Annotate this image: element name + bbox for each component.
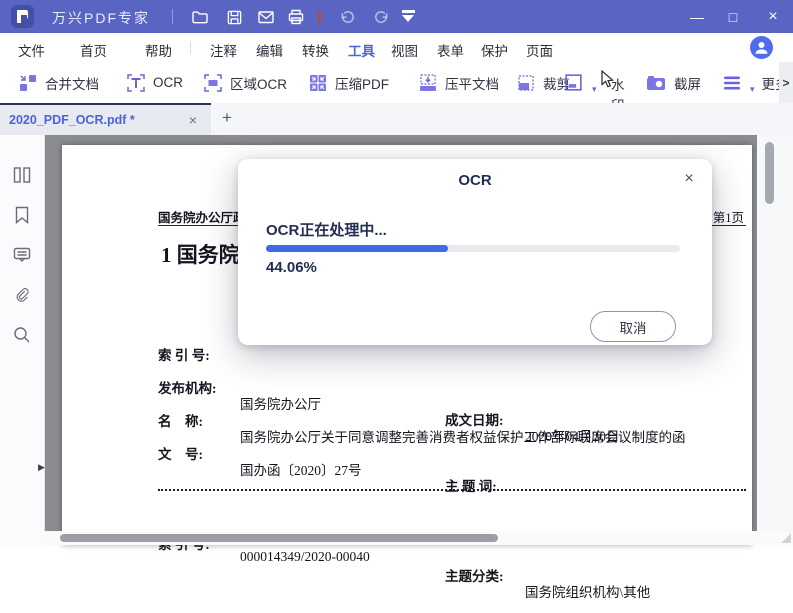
horizontal-scrollbar-track[interactable] xyxy=(44,531,793,545)
email-icon[interactable] xyxy=(256,7,276,27)
bookmark-icon[interactable] xyxy=(12,205,32,225)
hamburger-menu-icon xyxy=(724,76,740,89)
compress-pdf-icon xyxy=(310,74,326,91)
titlebar: 万兴PDF专家 — □ × xyxy=(0,0,793,33)
menu-file[interactable]: 文件 xyxy=(18,40,45,60)
flatten-doc-icon xyxy=(420,73,436,91)
screenshot-icon xyxy=(647,75,665,90)
watermark-icon xyxy=(565,74,582,91)
doc-header-left: 国务院办公厅政 xyxy=(158,211,244,225)
toolbar-label: 压缩PDF xyxy=(335,76,389,92)
app-logo-icon xyxy=(11,5,34,28)
dialog-close-icon[interactable]: × xyxy=(678,168,700,190)
mouse-cursor xyxy=(601,70,615,88)
menu-protect[interactable]: 保护 xyxy=(481,40,508,60)
menu-help[interactable]: 帮助 xyxy=(145,40,172,60)
toolbar: 合并文档 OCR 区域OCR 压缩PDF 压平文档 裁剪 ▾ 水印 截屏 ▾ 更… xyxy=(0,62,793,113)
menu-page[interactable]: 页面 xyxy=(526,40,553,60)
merge-docs-icon xyxy=(20,74,36,91)
doc-heading: 1 国务院 xyxy=(161,243,240,267)
toolbar-area-ocr[interactable]: 区域OCR xyxy=(203,62,287,103)
menubar: 文件 首页 帮助 注释 编辑 转换 工具 视图 表单 保护 页面 xyxy=(0,33,793,66)
tab-close-icon[interactable]: × xyxy=(183,110,203,130)
app-title: 万兴PDF专家 xyxy=(52,10,150,26)
document-tabbar: 2020_PDF_OCR.pdf * × + xyxy=(0,103,793,135)
menu-convert[interactable]: 转换 xyxy=(302,40,329,60)
toolbar-label: OCR xyxy=(153,75,183,90)
field-label: 文 号: xyxy=(158,447,203,462)
toolbar-label: 合并文档 xyxy=(45,76,99,92)
toolbar-compress-pdf[interactable]: 压缩PDF xyxy=(308,62,389,103)
vertical-scrollbar-thumb[interactable] xyxy=(765,142,774,204)
undo-icon[interactable] xyxy=(337,7,357,27)
horizontal-scrollbar-thumb[interactable] xyxy=(60,534,498,542)
left-panel-sidebar xyxy=(0,135,45,545)
toolbar-ocr[interactable]: OCR xyxy=(126,62,183,103)
cancel-button[interactable]: 取消 xyxy=(590,311,676,342)
doc-dotted-divider xyxy=(158,489,746,491)
titlebar-separator xyxy=(172,9,173,24)
progress-percent: 44.06% xyxy=(266,259,317,276)
field-value: 000014349/2020-00040 xyxy=(240,549,370,564)
menu-comment[interactable]: 注释 xyxy=(210,40,237,60)
ocr-status-text: OCR正在处理中... xyxy=(266,222,387,239)
print-icon[interactable] xyxy=(286,7,306,27)
menu-tools[interactable]: 工具 xyxy=(348,40,375,66)
vertical-scrollbar-track[interactable] xyxy=(757,135,793,545)
doc-field-row: 发布机构: 国务院办公厅 成文日期: 2020年04月20日 xyxy=(62,361,752,444)
close-button[interactable]: × xyxy=(756,0,790,33)
open-folder-icon[interactable] xyxy=(190,7,210,27)
menu-separator xyxy=(190,41,191,54)
progress-bar-fill xyxy=(266,245,449,252)
new-tab-button[interactable]: + xyxy=(215,106,239,130)
doc-field-row: 文 号: 国办函〔2020〕27号 主 题 词: xyxy=(62,427,752,494)
toolbar-expand-chevron[interactable]: > xyxy=(779,62,793,103)
minimize-button[interactable]: — xyxy=(680,0,714,33)
toolbar-overflow-menu[interactable]: ▾ 更多 xyxy=(722,62,784,103)
notification-mark xyxy=(318,10,321,23)
menu-view[interactable]: 视图 xyxy=(391,40,418,60)
document-tab[interactable]: 2020_PDF_OCR.pdf * × xyxy=(0,103,211,135)
customize-toolbar-icon[interactable] xyxy=(402,10,415,22)
doc-page-number: 第1页 xyxy=(712,211,744,225)
chevron-down-icon[interactable]: ▾ xyxy=(750,84,755,103)
chevron-down-icon[interactable]: ▾ xyxy=(592,84,597,103)
toolbar-flatten-doc[interactable]: 压平文档 xyxy=(418,62,499,103)
ocr-progress-dialog: OCR × OCR正在处理中... 44.06% 取消 xyxy=(238,159,712,345)
dialog-title: OCR xyxy=(458,172,492,189)
doc-field-row: 名 称: 国务院办公厅关于同意调整完善消费者权益保护工作部际联席会议制度的函 xyxy=(62,394,752,445)
menu-edit[interactable]: 编辑 xyxy=(256,40,283,60)
attachment-icon[interactable] xyxy=(12,285,32,305)
search-icon[interactable] xyxy=(12,325,32,345)
comment-icon[interactable] xyxy=(12,245,32,265)
toolbar-label: 压平文档 xyxy=(445,76,499,92)
save-icon[interactable] xyxy=(224,7,244,27)
field-label: 主 题 词: xyxy=(445,479,497,494)
field-value: 国办函〔2020〕27号 xyxy=(240,463,362,478)
toolbar-label: 区域OCR xyxy=(230,76,287,92)
redo-icon[interactable] xyxy=(371,7,391,27)
ocr-icon xyxy=(127,73,145,92)
field-label: 主题分类: xyxy=(445,569,504,584)
tab-title: 2020_PDF_OCR.pdf * xyxy=(9,113,135,127)
menu-form[interactable]: 表单 xyxy=(437,40,464,60)
sidebar-expand-handle[interactable]: ▶ xyxy=(38,462,45,473)
toolbar-merge-docs[interactable]: 合并文档 xyxy=(18,62,99,103)
field-value: 国务院组织机构\其他 xyxy=(525,585,651,600)
toolbar-screenshot[interactable]: 截屏 xyxy=(645,62,701,103)
thumbnails-icon[interactable] xyxy=(12,165,32,185)
crop-icon xyxy=(518,74,534,91)
maximize-button[interactable]: □ xyxy=(716,0,750,33)
toolbar-watermark[interactable]: ▾ 水印 xyxy=(563,62,625,113)
menu-home[interactable]: 首页 xyxy=(80,40,107,60)
toolbar-label: 截屏 xyxy=(674,76,701,92)
progress-bar-track xyxy=(266,245,680,252)
user-avatar-icon[interactable] xyxy=(750,36,773,59)
resize-grip[interactable] xyxy=(781,533,791,543)
toolbar-crop[interactable]: 裁剪 xyxy=(516,62,570,103)
area-ocr-icon xyxy=(204,73,222,92)
